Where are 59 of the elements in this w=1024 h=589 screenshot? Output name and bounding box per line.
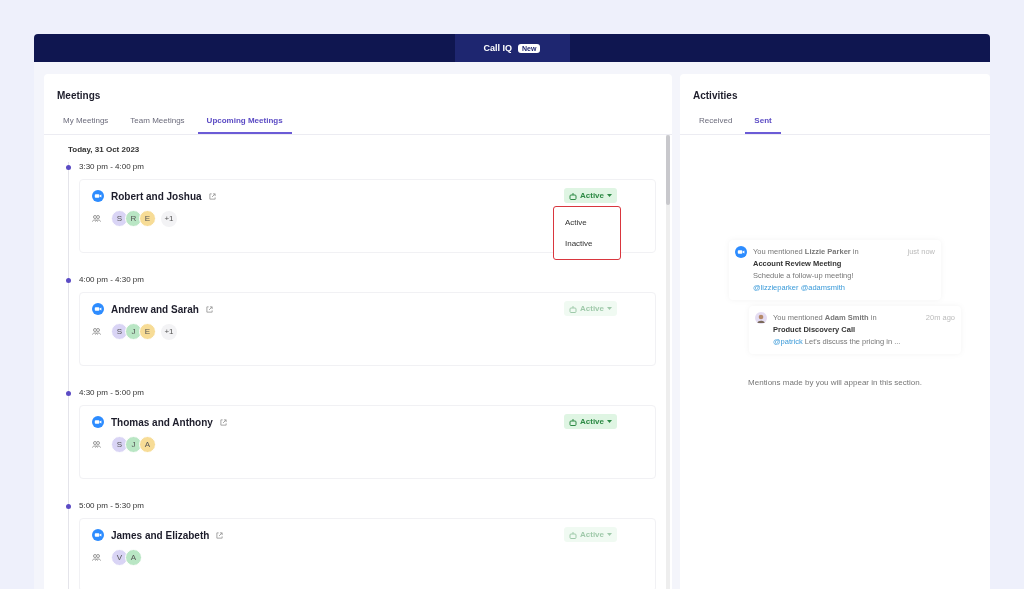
- avatar: E: [139, 323, 156, 340]
- more-count: +1: [161, 323, 177, 340]
- people-icon: [92, 554, 101, 561]
- avatar: S: [111, 323, 128, 340]
- more-count: +1: [161, 210, 177, 227]
- caret-icon: [607, 420, 612, 423]
- timeline-dot: [66, 278, 71, 283]
- meeting-card[interactable]: Thomas and Anthony S J A Active: [79, 405, 656, 479]
- status-dropdown[interactable]: Active: [564, 188, 617, 203]
- video-icon: [92, 303, 104, 315]
- time-range: 4:30 pm - 5:00 pm: [79, 388, 145, 397]
- video-icon: [92, 190, 104, 202]
- tab[interactable]: My Meetings: [54, 109, 118, 134]
- avatar: E: [139, 210, 156, 227]
- tab[interactable]: Received: [690, 109, 742, 134]
- people-icon: [92, 215, 101, 222]
- meeting-title: James and Elizabeth: [111, 529, 210, 541]
- timeline-dot: [66, 391, 71, 396]
- avatar: J: [125, 323, 142, 340]
- avatar-icon: [755, 312, 767, 324]
- time-range: 3:30 pm - 4:00 pm: [79, 162, 145, 171]
- robot-icon: [569, 417, 577, 426]
- avatar: A: [125, 549, 142, 566]
- panel-title: Meetings: [56, 89, 102, 103]
- tab[interactable]: Sent: [745, 109, 781, 134]
- people-icon: [92, 328, 101, 335]
- external-link-icon[interactable]: [219, 418, 227, 426]
- caret-icon: [607, 194, 612, 197]
- meeting-title: Robert and Joshua: [111, 190, 202, 202]
- external-link-icon[interactable]: [208, 192, 216, 200]
- avatar: V: [111, 549, 128, 566]
- people-icon: [92, 441, 101, 448]
- video-icon: [92, 529, 104, 541]
- video-icon: [92, 416, 104, 428]
- panel-title: Activities: [692, 89, 739, 103]
- empty-message: Mentions made by you will appear in this section.: [748, 378, 922, 387]
- video-icon: [735, 246, 747, 258]
- avatar: S: [111, 210, 128, 227]
- status-dropdown[interactable]: Active: [564, 414, 617, 429]
- tab[interactable]: Upcoming Meetings: [197, 109, 292, 134]
- avatar: R: [125, 210, 142, 227]
- avatar: J: [125, 436, 142, 453]
- robot-icon: [569, 304, 577, 313]
- time-range: 4:00 pm - 4:30 pm: [79, 275, 145, 284]
- robot-icon: [569, 191, 577, 200]
- time-range: 5:00 pm - 5:30 pm: [79, 501, 145, 510]
- tab[interactable]: Team Meetings: [121, 109, 194, 134]
- date-heading: Today, 31 Oct 2023: [68, 145, 141, 154]
- caret-icon: [607, 533, 612, 536]
- menu-option[interactable]: Active: [554, 212, 620, 233]
- meeting-title: Andrew and Sarah: [111, 303, 199, 315]
- meeting-title: Thomas and Anthony: [111, 416, 213, 428]
- timeline-dot: [66, 504, 71, 509]
- avatar: S: [111, 436, 128, 453]
- caret-icon: [607, 307, 612, 310]
- robot-icon: [569, 530, 577, 539]
- menu-option[interactable]: Inactive: [554, 233, 620, 254]
- avatar: A: [139, 436, 156, 453]
- timeline-dot: [66, 165, 71, 170]
